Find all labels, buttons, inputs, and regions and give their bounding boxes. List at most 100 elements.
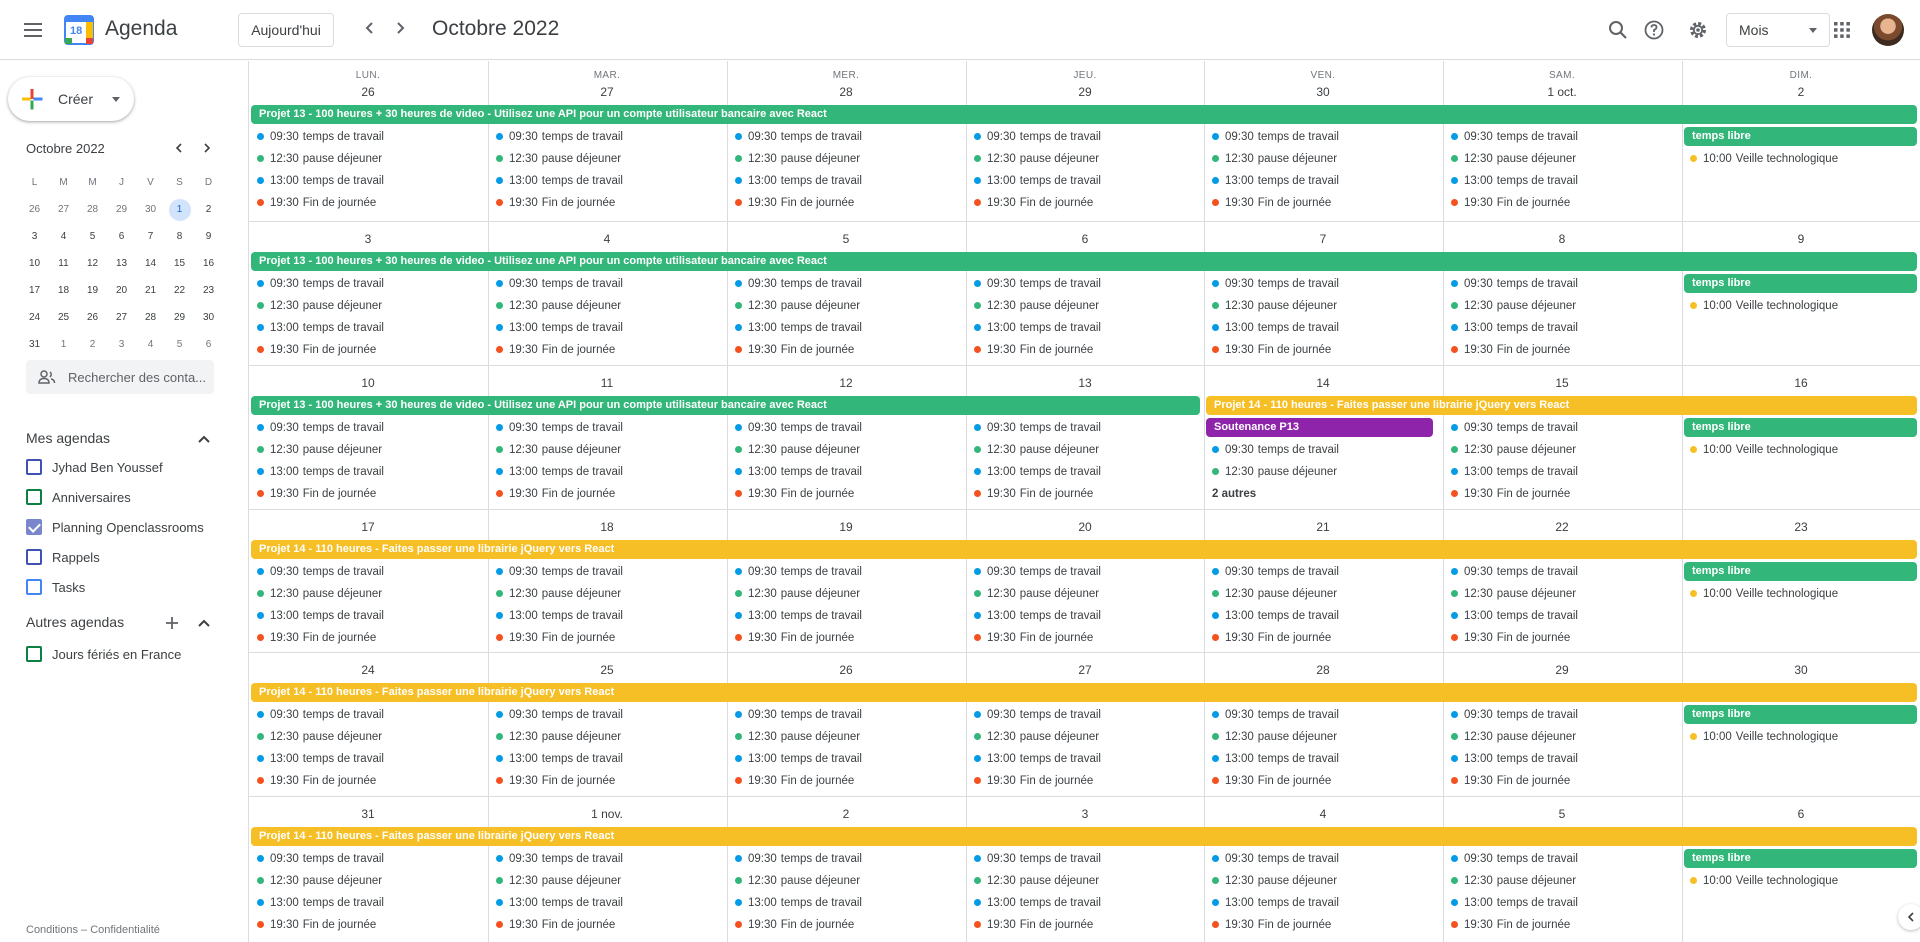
event-bar-free-time[interactable]: temps libre bbox=[1684, 127, 1917, 146]
mini-calendar-day[interactable]: 5 bbox=[165, 331, 194, 358]
mini-calendar-day[interactable]: 17 bbox=[20, 277, 49, 304]
event-chip[interactable]: 19:30 Fin de journée bbox=[974, 484, 1093, 503]
mini-calendar-day[interactable]: 3 bbox=[20, 223, 49, 250]
event-chip[interactable]: 12:30 pause déjeuner bbox=[496, 149, 621, 168]
event-chip[interactable]: 09:30 temps de travail bbox=[496, 849, 623, 868]
event-chip[interactable]: 09:30 temps de travail bbox=[735, 127, 862, 146]
event-chip[interactable]: 19:30 Fin de journée bbox=[496, 193, 615, 212]
event-chip[interactable]: 19:30 Fin de journée bbox=[496, 771, 615, 790]
app-title[interactable]: Agenda bbox=[105, 17, 177, 41]
event-chip[interactable]: 12:30 pause déjeuner bbox=[1212, 149, 1337, 168]
mini-calendar-day[interactable]: 5 bbox=[78, 223, 107, 250]
event-chip[interactable]: 12:30 pause déjeuner bbox=[1212, 871, 1337, 890]
event-chip[interactable]: 12:30 pause déjeuner bbox=[1451, 440, 1576, 459]
mini-calendar-day[interactable]: 18 bbox=[49, 277, 78, 304]
event-chip[interactable]: 13:00 temps de travail bbox=[1451, 749, 1578, 768]
event-chip[interactable]: 09:30 temps de travail bbox=[1212, 274, 1339, 293]
event-chip[interactable]: 09:30 temps de travail bbox=[974, 562, 1101, 581]
day-number[interactable]: 30 bbox=[1682, 663, 1920, 677]
event-chip[interactable]: 13:00 temps de travail bbox=[735, 606, 862, 625]
event-chip[interactable]: 12:30 pause déjeuner bbox=[257, 584, 382, 603]
day-number[interactable]: 8 bbox=[1443, 232, 1681, 246]
chevron-right-icon[interactable] bbox=[196, 137, 218, 159]
checkbox-icon[interactable] bbox=[26, 459, 42, 475]
event-chip[interactable]: 09:30 temps de travail bbox=[1451, 127, 1578, 146]
mini-calendar-day[interactable]: 29 bbox=[165, 304, 194, 331]
day-number[interactable]: 7 bbox=[1204, 232, 1442, 246]
event-chip[interactable]: 19:30 Fin de journée bbox=[735, 628, 854, 647]
event-chip[interactable]: 12:30 pause déjeuner bbox=[974, 440, 1099, 459]
event-chip[interactable]: 13:00 temps de travail bbox=[496, 462, 623, 481]
day-number[interactable]: 4 bbox=[1204, 807, 1442, 821]
event-chip[interactable]: 09:30 temps de travail bbox=[974, 418, 1101, 437]
event-chip[interactable]: 19:30 Fin de journée bbox=[257, 340, 376, 359]
mini-calendar-day[interactable]: 4 bbox=[49, 223, 78, 250]
day-number[interactable]: 27 bbox=[488, 85, 726, 99]
event-chip[interactable]: 19:30 Fin de journée bbox=[1451, 340, 1570, 359]
event-chip[interactable]: 09:30 temps de travail bbox=[1212, 705, 1339, 724]
mini-calendar-day[interactable]: 29 bbox=[107, 196, 136, 223]
event-chip[interactable]: 12:30 pause déjeuner bbox=[735, 727, 860, 746]
event-chip[interactable]: 09:30 temps de travail bbox=[257, 705, 384, 724]
event-chip[interactable]: 13:00 temps de travail bbox=[496, 893, 623, 912]
event-chip[interactable]: 12:30 pause déjeuner bbox=[974, 584, 1099, 603]
help-icon[interactable] bbox=[1634, 10, 1674, 50]
calendar-item[interactable]: Tasks bbox=[26, 576, 85, 598]
event-chip[interactable]: 09:30 temps de travail bbox=[735, 849, 862, 868]
event-bar-free-time[interactable]: temps libre bbox=[1684, 418, 1917, 437]
event-chip[interactable]: 19:30 Fin de journée bbox=[257, 628, 376, 647]
event-chip[interactable]: 12:30 pause déjeuner bbox=[1212, 296, 1337, 315]
event-chip[interactable]: 19:30 Fin de journée bbox=[496, 340, 615, 359]
event-chip[interactable]: 10:00 Veille technologique bbox=[1690, 296, 1838, 315]
event-chip[interactable]: 09:30 temps de travail bbox=[257, 127, 384, 146]
day-number[interactable]: 26 bbox=[249, 85, 487, 99]
event-chip[interactable]: 13:00 temps de travail bbox=[257, 462, 384, 481]
checkbox-icon[interactable] bbox=[26, 549, 42, 565]
mini-calendar-day[interactable]: 12 bbox=[78, 250, 107, 277]
mini-calendar-day[interactable]: 1 bbox=[49, 331, 78, 358]
event-chip[interactable]: 19:30 Fin de journée bbox=[257, 915, 376, 934]
side-panel-toggle-icon[interactable] bbox=[1898, 904, 1920, 930]
event-chip[interactable]: 19:30 Fin de journée bbox=[257, 771, 376, 790]
event-bar-free-time[interactable]: temps libre bbox=[1684, 849, 1917, 868]
event-chip[interactable]: 19:30 Fin de journée bbox=[974, 340, 1093, 359]
event-chip[interactable]: 19:30 Fin de journée bbox=[735, 915, 854, 934]
event-chip[interactable]: 12:30 pause déjeuner bbox=[1451, 584, 1576, 603]
mini-calendar-day[interactable]: 9 bbox=[194, 223, 223, 250]
event-chip[interactable]: 12:30 pause déjeuner bbox=[1451, 149, 1576, 168]
day-number[interactable]: 2 bbox=[727, 807, 965, 821]
event-chip[interactable]: 13:00 temps de travail bbox=[257, 749, 384, 768]
day-number[interactable]: 15 bbox=[1443, 376, 1681, 390]
event-chip[interactable]: 12:30 pause déjeuner bbox=[735, 440, 860, 459]
event-chip[interactable]: 09:30 temps de travail bbox=[496, 418, 623, 437]
more-events-link[interactable]: 2 autres bbox=[1212, 484, 1256, 503]
event-chip[interactable]: 19:30 Fin de journée bbox=[1451, 915, 1570, 934]
event-chip[interactable]: 19:30 Fin de journée bbox=[974, 915, 1093, 934]
event-chip[interactable]: 19:30 Fin de journée bbox=[735, 193, 854, 212]
search-icon[interactable] bbox=[1598, 10, 1638, 50]
event-chip[interactable]: 09:30 temps de travail bbox=[974, 274, 1101, 293]
event-chip[interactable]: 09:30 temps de travail bbox=[496, 562, 623, 581]
mini-calendar-day[interactable]: 15 bbox=[165, 250, 194, 277]
event-chip[interactable]: 13:00 temps de travail bbox=[1451, 318, 1578, 337]
event-chip[interactable]: 12:30 pause déjeuner bbox=[257, 727, 382, 746]
event-chip[interactable]: 12:30 pause déjeuner bbox=[257, 296, 382, 315]
create-button[interactable]: Créer bbox=[8, 77, 134, 121]
mini-calendar-day[interactable]: 11 bbox=[49, 250, 78, 277]
event-chip[interactable]: 10:00 Veille technologique bbox=[1690, 727, 1838, 746]
event-chip[interactable]: 13:00 temps de travail bbox=[1212, 318, 1339, 337]
event-chip[interactable]: 19:30 Fin de journée bbox=[1451, 771, 1570, 790]
calendar-item[interactable]: Jyhad Ben Youssef bbox=[26, 456, 163, 478]
event-chip[interactable]: 13:00 temps de travail bbox=[496, 318, 623, 337]
day-number[interactable]: 10 bbox=[249, 376, 487, 390]
event-chip[interactable]: 19:30 Fin de journée bbox=[1451, 484, 1570, 503]
mini-calendar-day[interactable]: 10 bbox=[20, 250, 49, 277]
event-chip[interactable]: 13:00 temps de travail bbox=[257, 171, 384, 190]
day-number[interactable]: 4 bbox=[488, 232, 726, 246]
footer-links[interactable]: Conditions – Confidentialité bbox=[26, 924, 160, 936]
mini-calendar-day[interactable]: 14 bbox=[136, 250, 165, 277]
event-chip[interactable]: 12:30 pause déjeuner bbox=[1212, 462, 1337, 481]
event-chip[interactable]: 09:30 temps de travail bbox=[257, 562, 384, 581]
event-chip[interactable]: 19:30 Fin de journée bbox=[1212, 915, 1331, 934]
event-bar-project-14[interactable]: Projet 14 - 110 heures - Faites passer u… bbox=[251, 683, 1917, 702]
